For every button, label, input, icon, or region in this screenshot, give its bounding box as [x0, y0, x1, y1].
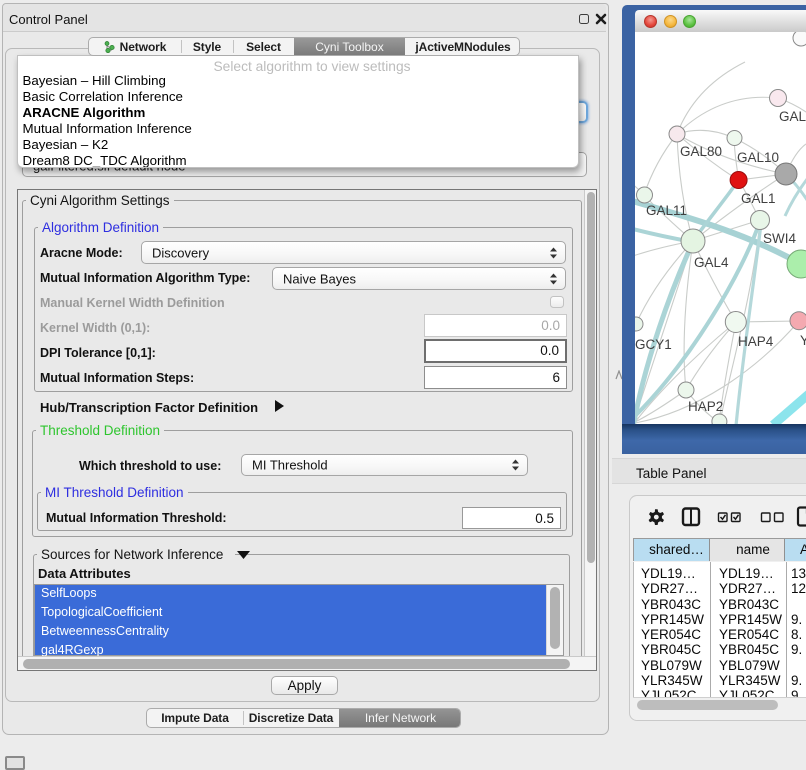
svg-text:HAP2: HAP2	[688, 399, 723, 414]
svg-text:GAL80: GAL80	[680, 144, 722, 159]
svg-text:GAL11: GAL11	[646, 203, 687, 218]
svg-text:GAL7: GAL7	[779, 109, 806, 124]
svg-text:GAL1: GAL1	[741, 191, 776, 206]
svg-text:YD: YD	[800, 333, 806, 348]
svg-text:GAL4: GAL4	[694, 255, 729, 270]
svg-text:HAP4: HAP4	[738, 334, 774, 349]
svg-text:SWI4: SWI4	[763, 231, 796, 246]
svg-text:GAL10: GAL10	[737, 150, 779, 165]
svg-text:GCY1: GCY1	[635, 337, 672, 352]
